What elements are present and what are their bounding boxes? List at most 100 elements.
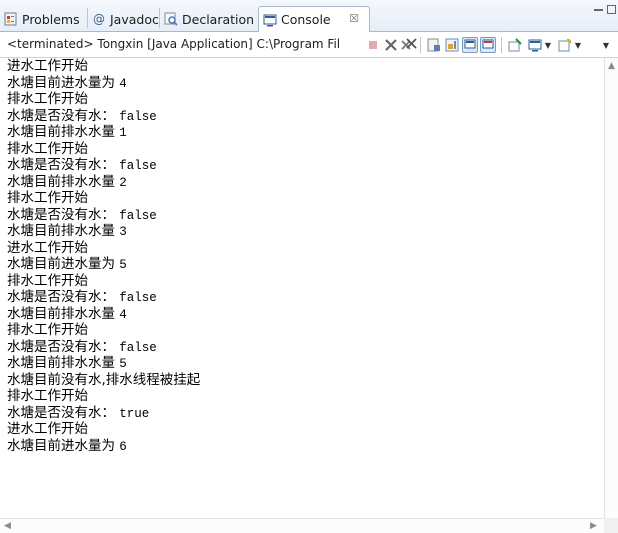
console-line-text: 水塘目前没有水,排水线程被挂起 bbox=[7, 371, 201, 388]
scroll-left-icon[interactable]: ◀ bbox=[4, 521, 11, 531]
remove-launch-icon[interactable] bbox=[383, 37, 399, 53]
console-line-value: 5 bbox=[119, 357, 127, 371]
console-line: 水塘目前排水水量 4 bbox=[0, 306, 604, 323]
tab-console[interactable]: Console ☒ bbox=[258, 6, 370, 33]
console-line: 水塘是否没有水： false bbox=[0, 289, 604, 306]
console-line-value: 4 bbox=[119, 76, 127, 91]
show-when-stdout-changes-icon[interactable] bbox=[462, 37, 478, 53]
console-line-text: 水塘目前排水水量 bbox=[7, 124, 115, 140]
console-icon bbox=[263, 13, 277, 27]
remove-all-terminated-icon[interactable] bbox=[401, 37, 417, 53]
console-line: 水塘是否没有水： false bbox=[0, 157, 604, 174]
clear-console-icon[interactable] bbox=[426, 37, 442, 53]
problems-icon bbox=[4, 12, 18, 26]
console-line-value: 5 bbox=[119, 258, 127, 272]
console-line-value: true bbox=[119, 406, 150, 421]
display-console-dropdown-icon[interactable]: ▼ bbox=[543, 37, 553, 53]
console-line-value: false bbox=[119, 291, 157, 305]
open-console-icon[interactable] bbox=[557, 37, 573, 53]
console-line-text: 水塘是否没有水： bbox=[7, 404, 115, 421]
console-line-value: 6 bbox=[119, 439, 127, 454]
console-line-value: 4 bbox=[119, 307, 127, 322]
console-line-text: 排水工作开始 bbox=[7, 140, 88, 157]
console-toolbar: <terminated> Tongxin [Java Application] … bbox=[0, 32, 618, 58]
pin-console-icon[interactable] bbox=[507, 37, 523, 53]
console-line: 进水工作开始 bbox=[0, 58, 604, 75]
console-line: 水塘是否没有水： false bbox=[0, 207, 604, 224]
vertical-scrollbar[interactable]: ▲ bbox=[604, 58, 618, 518]
tab-javadoc[interactable]: @ Javadoc bbox=[88, 6, 160, 32]
console-line: 进水工作开始 bbox=[0, 421, 604, 438]
console-line-text: 水塘目前进水量为 bbox=[7, 437, 115, 454]
console-line: 水塘目前排水水量 5 bbox=[0, 355, 604, 372]
console-line-value: false bbox=[119, 340, 157, 355]
console-line-text: 水塘目前进水量为 bbox=[7, 256, 115, 272]
console-line-text: 水塘目前排水水量 bbox=[7, 355, 115, 371]
tab-problems-label: Problems bbox=[22, 11, 80, 27]
console-line-text: 水塘是否没有水： bbox=[7, 289, 115, 305]
console-line-text: 水塘是否没有水： bbox=[7, 157, 115, 173]
console-line-text: 进水工作开始 bbox=[7, 58, 88, 74]
console-line-text: 排水工作开始 bbox=[7, 91, 88, 107]
console-line: 排水工作开始 bbox=[0, 91, 604, 108]
view-tab-bar: Problems @ Javadoc Declaration Console ☒ bbox=[0, 0, 618, 33]
console-line-text: 排水工作开始 bbox=[7, 272, 88, 289]
console-line: 排水工作开始 bbox=[0, 141, 604, 158]
console-line-text: 水塘是否没有水： bbox=[7, 206, 115, 223]
console-line-text: 水塘目前排水水量 bbox=[7, 223, 115, 239]
console-line-text: 水塘目前进水量为 bbox=[7, 74, 115, 91]
console-line: 排水工作开始 bbox=[0, 190, 604, 207]
console-line: 排水工作开始 bbox=[0, 388, 604, 405]
console-line: 水塘目前没有水,排水线程被挂起 bbox=[0, 372, 604, 389]
console-line: 水塘目前进水量为 4 bbox=[0, 75, 604, 92]
console-line-value: 2 bbox=[119, 175, 127, 190]
console-line: 水塘目前排水水量 1 bbox=[0, 124, 604, 141]
tab-javadoc-label: Javadoc bbox=[110, 11, 159, 27]
tab-console-label: Console bbox=[281, 12, 331, 27]
console-line-text: 水塘目前排水水量 bbox=[7, 173, 115, 190]
terminate-icon[interactable] bbox=[365, 37, 381, 53]
scroll-up-icon[interactable]: ▲ bbox=[608, 61, 615, 71]
javadoc-icon: @ bbox=[93, 12, 105, 26]
scroll-lock-icon[interactable] bbox=[444, 37, 460, 53]
console-line-value: false bbox=[119, 159, 157, 173]
console-line-text: 进水工作开始 bbox=[7, 421, 88, 437]
display-selected-console-icon[interactable] bbox=[527, 37, 543, 53]
console-line: 进水工作开始 bbox=[0, 240, 604, 257]
console-line-value: 1 bbox=[119, 126, 127, 140]
console-line: 水塘是否没有水： false bbox=[0, 108, 604, 125]
open-console-dropdown-icon[interactable]: ▼ bbox=[573, 37, 583, 53]
console-line: 水塘目前排水水量 3 bbox=[0, 223, 604, 240]
console-line: 水塘目前进水量为 5 bbox=[0, 256, 604, 273]
maximize-icon[interactable] bbox=[607, 5, 616, 14]
console-line: 排水工作开始 bbox=[0, 273, 604, 290]
declaration-icon bbox=[164, 12, 178, 26]
console-line-text: 水塘目前排水水量 bbox=[7, 305, 115, 322]
console-line: 水塘目前进水量为 6 bbox=[0, 438, 604, 455]
console-output[interactable]: 进水工作开始 水塘目前进水量为 4 排水工作开始 水塘是否没有水： false 水塘目前… bbox=[0, 58, 604, 512]
horizontal-scrollbar[interactable]: ◀ ▶ bbox=[0, 518, 604, 533]
show-when-stderr-changes-icon[interactable] bbox=[480, 37, 496, 53]
close-console-tab-icon[interactable]: ☒ bbox=[349, 12, 359, 25]
console-line: 水塘是否没有水： false bbox=[0, 339, 604, 356]
minimize-icon[interactable] bbox=[594, 5, 603, 11]
view-window-controls bbox=[594, 5, 616, 14]
tab-problems[interactable]: Problems bbox=[0, 6, 88, 32]
console-view: Problems @ Javadoc Declaration Console ☒… bbox=[0, 0, 618, 533]
console-line-text: 进水工作开始 bbox=[7, 239, 88, 256]
view-menu-icon[interactable]: ▼ bbox=[600, 37, 612, 53]
console-line-value: 3 bbox=[119, 225, 127, 239]
console-line-text: 排水工作开始 bbox=[7, 190, 88, 206]
process-status-label: <terminated> Tongxin [Java Application] … bbox=[7, 37, 341, 51]
console-line: 水塘目前排水水量 2 bbox=[0, 174, 604, 191]
console-line-text: 排水工作开始 bbox=[7, 322, 88, 338]
console-line: 排水工作开始 bbox=[0, 322, 604, 339]
console-line-text: 排水工作开始 bbox=[7, 388, 88, 404]
console-line-text: 水塘是否没有水： bbox=[7, 107, 115, 124]
console-line-value: false bbox=[119, 109, 157, 124]
console-line-value: false bbox=[119, 208, 157, 223]
tab-declaration[interactable]: Declaration bbox=[160, 6, 258, 32]
scroll-right-icon[interactable]: ▶ bbox=[590, 521, 597, 531]
console-line: 水塘是否没有水： true bbox=[0, 405, 604, 422]
console-line-text: 水塘是否没有水： bbox=[7, 338, 115, 355]
